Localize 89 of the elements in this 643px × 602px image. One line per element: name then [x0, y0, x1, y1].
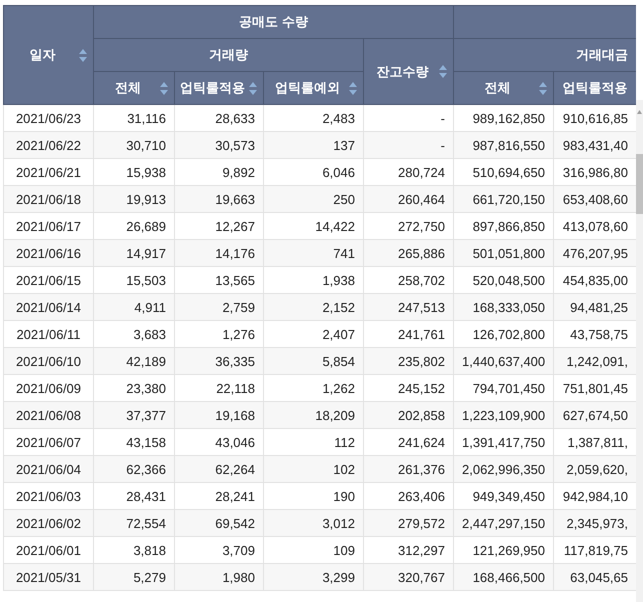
table-cell: 19,913: [94, 186, 174, 212]
table-cell: 476,207,95: [554, 240, 636, 266]
table-cell: 168,466,500: [454, 564, 554, 590]
table-cell: 2021/06/08: [4, 402, 94, 428]
group-header: 거래대금: [576, 47, 628, 62]
table-cell: 14,917: [94, 240, 174, 266]
table-cell: 261,376: [364, 456, 454, 482]
table-cell: 18,209: [264, 402, 364, 428]
group-header: 거래량: [209, 47, 248, 62]
table-cell: 2,447,297,150: [454, 510, 554, 536]
column-header: 전체: [484, 79, 512, 97]
table-cell: 983,431,40: [554, 132, 636, 158]
table-cell: 2,345,973,: [554, 510, 636, 536]
table-cell: 36,335: [174, 348, 264, 374]
table-cell: 1,242,091,: [554, 348, 636, 374]
sort-icon[interactable]: [539, 82, 547, 94]
table-cell: 2,152: [264, 294, 364, 320]
table-cell: 265,886: [364, 240, 454, 266]
table-cell: 320,767: [364, 564, 454, 590]
table-cell: 2021/06/14: [4, 294, 94, 320]
column-header: 잔고수량: [376, 62, 430, 80]
sort-icon[interactable]: [160, 82, 168, 94]
table-cell: -: [364, 132, 454, 158]
sort-icon[interactable]: [249, 82, 257, 94]
table-cell: 2021/06/18: [4, 186, 94, 212]
header-cell[interactable]: 전체: [454, 72, 554, 104]
table-cell: 2021/06/10: [4, 348, 94, 374]
table-cell: 19,663: [174, 186, 264, 212]
table-cell: 42,189: [94, 348, 174, 374]
table-cell: 69,542: [174, 510, 264, 536]
table-cell: 5,279: [94, 564, 174, 590]
table-cell: 37,377: [94, 402, 174, 428]
header-cell[interactable]: 업틱룰예외: [264, 72, 364, 104]
table-cell: 2021/06/02: [4, 510, 94, 536]
column-header: 업틱룰적용: [562, 79, 628, 97]
table-cell: 250: [264, 186, 364, 212]
table-cell: 63,045,65: [554, 564, 636, 590]
column-header: 전체: [114, 79, 142, 97]
table-cell: 94,481,25: [554, 294, 636, 320]
table-cell: 741: [264, 240, 364, 266]
table-cell: 279,572: [364, 510, 454, 536]
sort-icon[interactable]: [439, 65, 447, 78]
table-cell: 202,858: [364, 402, 454, 428]
column-header: 업틱룰예외: [274, 79, 341, 97]
table-cell: 62,264: [174, 456, 264, 482]
header-cell[interactable]: 업틱룰적용: [554, 72, 636, 104]
table-cell: 501,051,800: [454, 240, 554, 266]
column-header: 일자: [28, 46, 56, 64]
table-cell: 260,464: [364, 186, 454, 212]
scroll-up-icon[interactable]: [636, 108, 643, 116]
sort-icon[interactable]: [349, 82, 357, 94]
table-cell: 62,366: [94, 456, 174, 482]
table-cell: 2021/06/22: [4, 132, 94, 158]
header-cell[interactable]: 전체: [94, 72, 174, 104]
table-cell: 3,299: [264, 564, 364, 590]
table-cell: 2,059,620,: [554, 456, 636, 482]
table-cell: 1,980: [174, 564, 264, 590]
header-cell[interactable]: 업틱룰적용: [174, 72, 264, 104]
table-cell: 235,802: [364, 348, 454, 374]
table-cell: 247,513: [364, 294, 454, 320]
table-cell: 72,554: [94, 510, 174, 536]
table-cell: 1,440,637,400: [454, 348, 554, 374]
table-cell: 2,759: [174, 294, 264, 320]
table-cell: 653,408,60: [554, 186, 636, 212]
table-cell: 168,333,050: [454, 294, 554, 320]
group-header: 공매도 수량: [239, 14, 308, 29]
table-cell: 5,854: [264, 348, 364, 374]
header-cell[interactable]: 잔고수량: [364, 38, 454, 104]
table-cell: 14,176: [174, 240, 264, 266]
scrollbar[interactable]: [636, 100, 643, 602]
table-cell: 627,674,50: [554, 402, 636, 428]
table-cell: 2021/06/04: [4, 456, 94, 482]
table-cell: 2021/06/16: [4, 240, 94, 266]
column-header: 업틱룰적용: [180, 79, 245, 97]
table-cell: 2,062,996,350: [454, 456, 554, 482]
sort-icon[interactable]: [79, 48, 87, 62]
table-cell: 4,911: [94, 294, 174, 320]
table-cell: 661,720,150: [454, 186, 554, 212]
table-cell: 19,168: [174, 402, 264, 428]
table-cell: 987,816,550: [454, 132, 554, 158]
table-cell: 137: [264, 132, 364, 158]
header-cell[interactable]: 일자: [4, 6, 94, 104]
table-cell: 1,223,109,900: [454, 402, 554, 428]
table-cell: 3,012: [264, 510, 364, 536]
scrollbar-thumb[interactable]: [636, 154, 643, 214]
table-cell: 30,710: [94, 132, 174, 158]
table-cell: 30,573: [174, 132, 264, 158]
table-cell: 102: [264, 456, 364, 482]
table-cell: 2021/05/31: [4, 564, 94, 590]
